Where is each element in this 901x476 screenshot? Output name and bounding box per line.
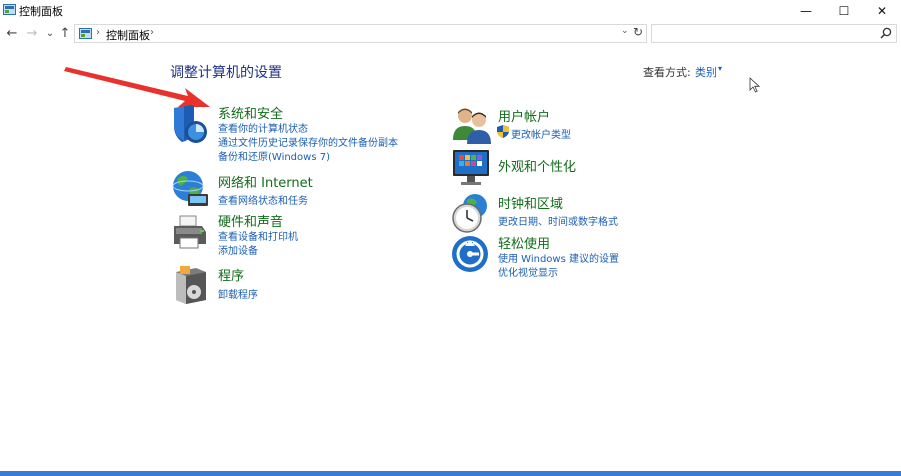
clock-region-icon[interactable] [451,192,493,234]
mouse-cursor-icon [749,77,760,93]
appearance-personalization-icon[interactable] [451,147,493,189]
link-windows-recommended-settings[interactable]: 使用 Windows 建议的设置 [498,250,619,265]
user-accounts-icon[interactable] [451,106,493,148]
link-optimize-visual-display[interactable]: 优化视觉显示 [498,264,558,279]
breadcrumb-trail-separator[interactable]: › [150,27,154,38]
navigation-bar: ← → ⌄ ↑ › 控制面板 › ⌄ ↻ [0,21,901,45]
breadcrumb-separator[interactable]: › [96,27,100,38]
view-by-label: 查看方式: [643,66,691,79]
recent-locations-button[interactable]: ⌄ [42,23,58,43]
taskbar-edge [0,471,901,476]
link-view-computer-status[interactable]: 查看你的计算机状态 [218,120,308,135]
link-change-date-time-format[interactable]: 更改日期、时间或数字格式 [498,213,618,228]
category-appearance-title[interactable]: 外观和个性化 [498,156,576,175]
title-bar: 控制面板 — ☐ ✕ [0,0,901,21]
maximize-button[interactable]: ☐ [825,0,863,21]
link-file-history-backup[interactable]: 通过文件历史记录保存你的文件备份副本 [218,134,398,149]
search-icon[interactable] [880,27,892,39]
category-user-accounts-title[interactable]: 用户帐户 [498,106,550,125]
breadcrumb-control-panel[interactable]: 控制面板 [106,27,150,43]
close-button[interactable]: ✕ [863,0,901,21]
category-network-internet-title[interactable]: 网络和 Internet [218,172,313,191]
search-input[interactable] [651,24,897,43]
window-title: 控制面板 [19,5,63,18]
category-programs-title[interactable]: 程序 [218,265,244,284]
forward-button[interactable]: → [24,23,40,43]
network-globe-icon[interactable] [170,168,212,210]
address-dropdown-button[interactable]: ⌄ [621,26,629,36]
link-add-device[interactable]: 添加设备 [218,242,258,257]
link-backup-restore[interactable]: 备份和还原(Windows 7) [218,148,330,163]
link-view-devices-printers[interactable]: 查看设备和打印机 [218,228,298,243]
up-button[interactable]: ↑ [57,23,73,43]
refresh-button[interactable]: ↻ [633,25,643,39]
control-panel-icon [79,28,92,39]
system-security-shield-icon[interactable] [170,104,212,146]
category-clock-region-title[interactable]: 时钟和区域 [498,193,563,212]
link-view-network-status[interactable]: 查看网络状态和任务 [218,192,308,207]
address-bar[interactable]: › 控制面板 › ⌄ ↻ [74,24,647,43]
view-by-dropdown[interactable]: 类别 [695,64,717,80]
uac-shield-icon [497,125,509,138]
minimize-button[interactable]: — [787,0,825,21]
back-button[interactable]: ← [4,23,20,43]
hardware-printer-icon[interactable] [170,212,212,254]
chevron-down-icon[interactable]: ▾ [718,64,722,73]
ease-of-access-icon[interactable] [451,234,493,276]
link-change-account-type[interactable]: 更改帐户类型 [511,126,571,141]
control-panel-icon [3,4,16,15]
programs-icon[interactable] [172,264,214,306]
link-uninstall-program[interactable]: 卸载程序 [218,286,258,301]
